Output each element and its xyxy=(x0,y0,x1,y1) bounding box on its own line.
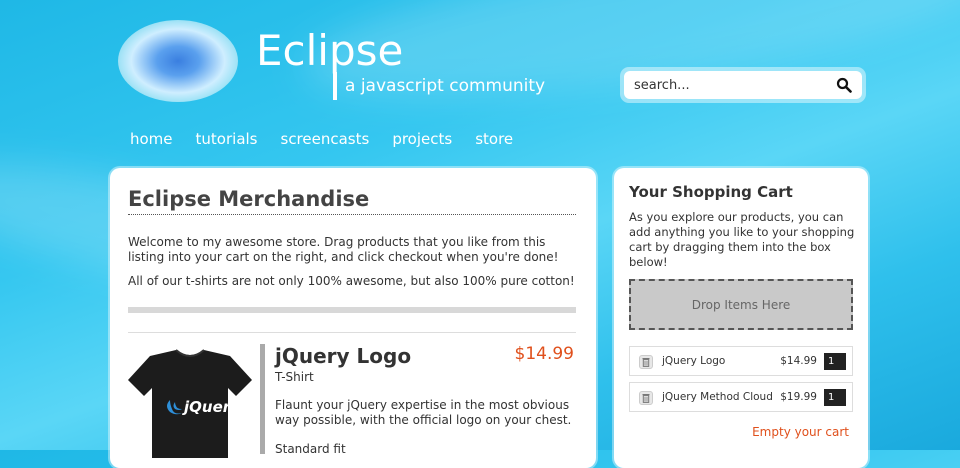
cart-item-price: $19.99 xyxy=(780,391,817,403)
nav-home[interactable]: home xyxy=(130,130,173,148)
cart-item-price: $14.99 xyxy=(780,355,817,367)
title-divider xyxy=(333,72,337,100)
product-fit: Standard fit xyxy=(275,442,346,456)
nav-projects[interactable]: projects xyxy=(392,130,452,148)
nav-store[interactable]: store xyxy=(475,130,513,148)
product-image[interactable]: jQuery xyxy=(128,348,253,458)
cart-item-quantity[interactable]: 1 xyxy=(824,389,846,406)
site-logo[interactable] xyxy=(118,20,238,102)
product-price: $14.99 xyxy=(514,344,574,364)
nav-tutorials[interactable]: tutorials xyxy=(196,130,258,148)
empty-cart-link[interactable]: Empty your cart xyxy=(752,425,849,439)
site-tagline: a javascript community xyxy=(345,76,546,96)
product-divider xyxy=(128,332,576,333)
search-input[interactable] xyxy=(624,71,862,99)
main-nav: home tutorials screencasts projects stor… xyxy=(130,130,536,148)
search-box xyxy=(620,67,866,103)
site-title[interactable]: Eclipse xyxy=(256,30,403,72)
shirt-text: jQuery xyxy=(182,398,241,416)
product-description: Flaunt your jQuery expertise in the most… xyxy=(275,398,572,427)
page-title: Eclipse Merchandise xyxy=(128,187,370,211)
cart-title: Your Shopping Cart xyxy=(629,183,793,201)
product-accent-bar xyxy=(260,344,265,454)
trash-icon[interactable] xyxy=(639,391,653,405)
product-name: jQuery Logo xyxy=(275,344,412,368)
dropzone-label: Drop Items Here xyxy=(691,297,791,312)
intro-text: Welcome to my awesome store. Drag produc… xyxy=(128,235,559,264)
product-type: T-Shirt xyxy=(275,370,314,384)
cart-item-quantity[interactable]: 1 xyxy=(824,353,846,370)
cart-item: jQuery Method Cloud $19.99 1 xyxy=(629,382,853,412)
search-icon[interactable] xyxy=(836,77,852,93)
nav-screencasts[interactable]: screencasts xyxy=(281,130,370,148)
trash-icon[interactable] xyxy=(639,355,653,369)
cart-description: As you explore our products, you can add… xyxy=(629,210,855,269)
cotton-text: All of our t-shirts are not only 100% aw… xyxy=(128,274,575,288)
cart-item-name: jQuery Logo xyxy=(662,355,726,367)
cart-dropzone[interactable]: Drop Items Here xyxy=(629,279,853,330)
cart-item: jQuery Logo $14.99 1 xyxy=(629,346,853,376)
cart-item-name: jQuery Method Cloud xyxy=(662,391,773,403)
section-divider xyxy=(128,307,576,313)
title-rule xyxy=(128,214,576,215)
